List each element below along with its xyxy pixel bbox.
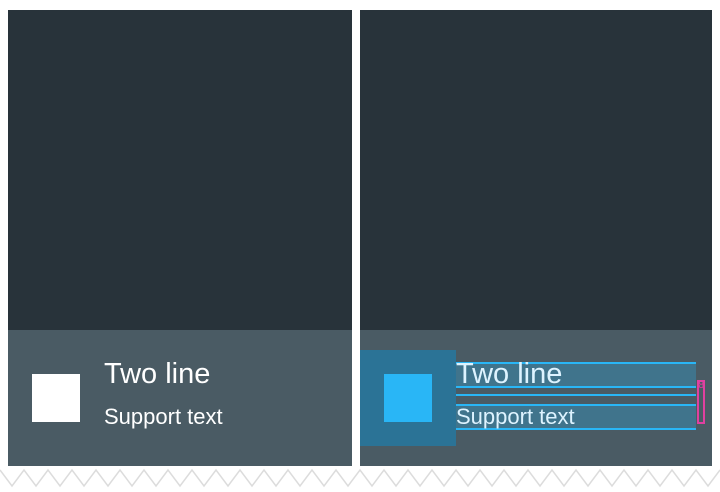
tile-footer: Two line Support text <box>8 330 352 466</box>
tile-image-placeholder <box>8 10 352 330</box>
grid-tile-default[interactable]: Two line Support text <box>8 10 352 466</box>
tile-support-text: Support text <box>456 404 575 429</box>
grid-tile-redline[interactable]: Two line Support text 8 <box>360 10 712 466</box>
square-avatar-icon <box>32 374 80 422</box>
tile-support-text: Support text <box>104 404 223 429</box>
tile-title: Two line <box>104 358 211 390</box>
spacing-spec-label: 8 <box>698 380 705 391</box>
torn-edge-decoration <box>0 468 720 488</box>
tile-footer: Two line Support text 8 <box>360 330 712 466</box>
keyline-rule <box>456 394 696 396</box>
tile-image-placeholder <box>360 10 712 330</box>
tile-title: Two line <box>456 358 563 390</box>
square-avatar-icon <box>384 374 432 422</box>
